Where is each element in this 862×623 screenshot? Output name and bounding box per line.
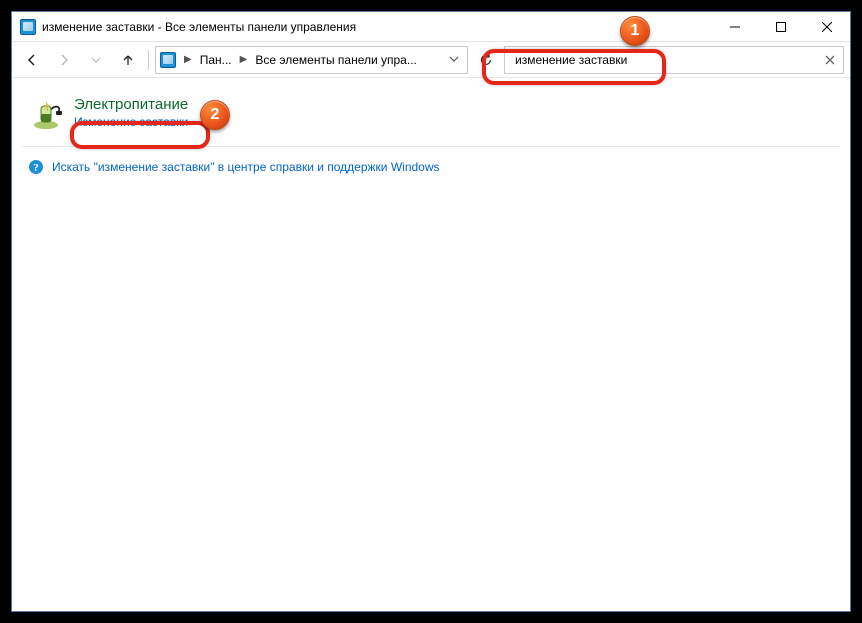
control-panel-window: изменение заставки - Все элементы панели… — [11, 11, 851, 612]
toolbar: ▶ Пан... ▶ Все элементы панели упра... — [12, 42, 850, 78]
divider — [22, 146, 840, 147]
search-box[interactable] — [504, 46, 844, 74]
clear-search-button[interactable] — [823, 53, 837, 67]
address-dropdown-button[interactable] — [445, 53, 463, 67]
back-button[interactable] — [18, 46, 46, 74]
close-button[interactable] — [804, 12, 850, 42]
screenshot-frame: изменение заставки - Все элементы панели… — [0, 0, 862, 623]
help-icon: ? — [28, 159, 44, 175]
chevron-right-icon[interactable]: ▶ — [182, 54, 194, 65]
search-input[interactable] — [515, 53, 817, 67]
power-options-icon — [28, 96, 64, 132]
refresh-button[interactable] — [472, 46, 500, 74]
chevron-right-icon[interactable]: ▶ — [238, 54, 250, 65]
help-search-line: ? Искать "изменение заставки" в центре с… — [22, 155, 840, 179]
breadcrumb-root[interactable]: Пан... — [200, 53, 232, 67]
window-title: изменение заставки - Все элементы панели… — [42, 20, 712, 34]
control-panel-icon — [20, 19, 36, 35]
minimize-button[interactable] — [712, 12, 758, 42]
control-panel-icon — [160, 52, 176, 68]
content-area: Электропитание Изменение заставки ? Иска… — [12, 78, 850, 193]
maximize-button[interactable] — [758, 12, 804, 42]
titlebar: изменение заставки - Все элементы панели… — [12, 12, 850, 42]
forward-button[interactable] — [50, 46, 78, 74]
result-body: Электропитание Изменение заставки — [74, 96, 188, 129]
svg-text:?: ? — [33, 162, 39, 174]
recent-locations-button[interactable] — [82, 46, 110, 74]
help-search-link[interactable]: Искать "изменение заставки" в центре спр… — [52, 160, 440, 174]
result-link-screensaver[interactable]: Изменение заставки — [74, 115, 188, 129]
window-controls — [712, 12, 850, 42]
address-bar[interactable]: ▶ Пан... ▶ Все элементы панели упра... — [155, 46, 468, 74]
result-category: Электропитание Изменение заставки — [22, 92, 840, 136]
breadcrumb-second[interactable]: Все элементы панели упра... — [255, 53, 417, 67]
up-button[interactable] — [114, 46, 142, 74]
category-title[interactable]: Электропитание — [74, 96, 188, 113]
separator — [148, 50, 149, 70]
